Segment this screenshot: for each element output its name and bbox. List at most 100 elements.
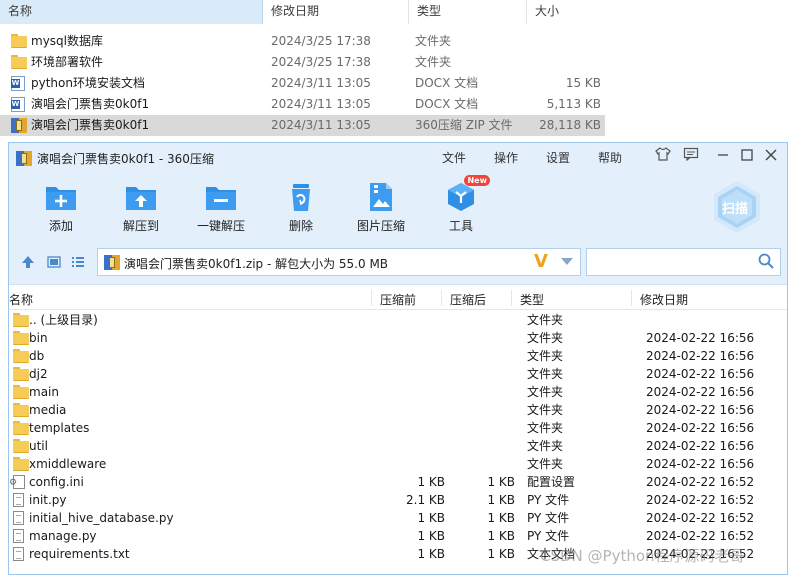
- window-title: 演唱会门票售卖0k0f1 - 360压缩: [37, 152, 214, 166]
- tools-button[interactable]: New 工具: [429, 175, 493, 239]
- file-row[interactable]: xmiddleware 文件夹 2024-02-22 16:56: [9, 455, 787, 473]
- file-name: main: [29, 385, 59, 399]
- file-date: 2024-02-22 16:52: [646, 493, 755, 507]
- skin-shirt-icon[interactable]: [653, 147, 673, 167]
- file-date: 2024-02-22 16:56: [646, 421, 755, 435]
- search-input[interactable]: [591, 253, 751, 271]
- file-type: 配置设置: [527, 475, 576, 489]
- scan-button[interactable]: 扫描: [709, 179, 765, 235]
- menu-operate[interactable]: 操作: [494, 149, 518, 166]
- one-click-extract-icon: [204, 181, 238, 213]
- file-date: 2024-02-22 16:52: [646, 475, 755, 489]
- column-before-header[interactable]: 压缩前: [380, 291, 416, 308]
- file-row[interactable]: dj2 文件夹 2024-02-22 16:56: [9, 365, 787, 383]
- one-click-extract-button[interactable]: 一键解压: [189, 181, 253, 239]
- file-row[interactable]: templates 文件夹 2024-02-22 16:56: [9, 419, 787, 437]
- search-icon[interactable]: [758, 253, 774, 272]
- file-size: 15 KB: [565, 76, 601, 90]
- file-name: python环境安装文档: [31, 76, 145, 90]
- column-name-header[interactable]: 名称: [9, 291, 33, 308]
- menu-settings[interactable]: 设置: [546, 149, 570, 166]
- file-explorer-window: 名称 修改日期 类型 大小 mysql数据库 2024/3/25 17:38 文…: [0, 0, 803, 142]
- folder-icon: [13, 349, 29, 363]
- file-name: dj2: [29, 367, 48, 381]
- file-row[interactable]: util 文件夹 2024-02-22 16:56: [9, 437, 787, 455]
- file-icon: [13, 493, 24, 507]
- file-type: 文件夹: [527, 385, 564, 399]
- file-row[interactable]: manage.py 1 KB 1 KB PY 文件 2024-02-22 16:52: [9, 527, 787, 545]
- explorer-row[interactable]: mysql数据库 2024/3/25 17:38 文件夹: [0, 31, 605, 52]
- delete-button[interactable]: 删除: [269, 181, 333, 239]
- file-name: config.ini: [29, 475, 84, 489]
- up-arrow-icon[interactable]: [21, 255, 35, 273]
- file-name: manage.py: [29, 529, 97, 543]
- column-after-header[interactable]: 压缩后: [450, 291, 486, 308]
- extract-to-button[interactable]: 解压到: [109, 181, 173, 239]
- file-row[interactable]: initial_hive_database.py 1 KB 1 KB PY 文件 202…: [9, 509, 787, 527]
- file-name: bin: [29, 331, 48, 345]
- explorer-row-selected[interactable]: 演唱会门票售卖0k0f1 2024/3/11 13:05 360压缩 ZIP 文…: [0, 115, 605, 136]
- search-field[interactable]: [586, 248, 781, 276]
- column-name-header[interactable]: 名称: [0, 0, 263, 24]
- file-name: requirements.txt: [29, 547, 130, 561]
- file-name: templates: [29, 421, 90, 435]
- new-badge: New: [464, 175, 490, 186]
- file-row[interactable]: media 文件夹 2024-02-22 16:56: [9, 401, 787, 419]
- explorer-row[interactable]: 环境部署软件 2024/3/25 17:38 文件夹: [0, 52, 605, 73]
- column-size-header[interactable]: 大小: [527, 0, 609, 24]
- menu-file[interactable]: 文件: [442, 149, 466, 166]
- file-row[interactable]: main 文件夹 2024-02-22 16:56: [9, 383, 787, 401]
- size-after: 1 KB: [487, 529, 515, 543]
- tools-label: 工具: [448, 219, 473, 233]
- file-row[interactable]: db 文件夹 2024-02-22 16:56: [9, 347, 787, 365]
- column-date-header[interactable]: 修改日期: [263, 0, 409, 24]
- file-icon: [13, 529, 24, 543]
- thumbnail-view-icon[interactable]: [47, 255, 61, 273]
- archive-path-field[interactable]: 演唱会门票售卖0k0f1.zip - 解包大小为 55.0 MB V: [97, 248, 581, 276]
- address-bar: 演唱会门票售卖0k0f1.zip - 解包大小为 55.0 MB V: [9, 241, 787, 285]
- file-row[interactable]: .. (上级目录) 文件夹: [9, 311, 787, 329]
- column-type-header[interactable]: 类型: [520, 291, 544, 308]
- minimize-icon[interactable]: [713, 147, 733, 167]
- feedback-icon[interactable]: [681, 147, 701, 167]
- list-view-icon[interactable]: [71, 255, 85, 273]
- chevron-down-icon[interactable]: [561, 258, 573, 265]
- maximize-icon[interactable]: [737, 147, 757, 167]
- file-date: 2024/3/25 17:38: [271, 34, 371, 48]
- file-row[interactable]: init.py 2.1 KB 1 KB PY 文件 2024-02-22 16:52: [9, 491, 787, 509]
- image-compress-button[interactable]: 图片压缩: [349, 181, 413, 239]
- file-type: DOCX 文档: [415, 76, 479, 90]
- file-date: 2024-02-22 16:56: [646, 403, 755, 417]
- v-logo-icon[interactable]: V: [534, 251, 548, 272]
- menu-help[interactable]: 帮助: [598, 149, 622, 166]
- file-row[interactable]: config.ini 1 KB 1 KB 配置设置 2024-02-22 16:52: [9, 473, 787, 491]
- add-label: 添加: [48, 219, 73, 233]
- zip-archive-icon: [11, 118, 27, 133]
- column-type-header[interactable]: 类型: [409, 0, 527, 24]
- file-size: 5,113 KB: [546, 97, 601, 111]
- file-type: 文件夹: [527, 439, 564, 453]
- size-after: 1 KB: [487, 511, 515, 525]
- close-icon[interactable]: [761, 147, 781, 167]
- archive-path-text: 演唱会门票售卖0k0f1.zip - 解包大小为 55.0 MB: [124, 257, 389, 271]
- folder-icon: [11, 55, 27, 70]
- extract-to-label: 解压到: [122, 219, 159, 233]
- file-name: xmiddleware: [29, 457, 107, 471]
- folder-icon: [11, 34, 27, 49]
- file-row[interactable]: bin 文件夹 2024-02-22 16:56: [9, 329, 787, 347]
- file-name: media: [29, 403, 67, 417]
- explorer-row[interactable]: W 演唱会门票售卖0k0f1 2024/3/11 13:05 DOCX 文档 5…: [0, 94, 605, 115]
- column-date-header[interactable]: 修改日期: [640, 291, 688, 308]
- file-type: 文件夹: [527, 313, 564, 327]
- add-button[interactable]: 添加: [29, 181, 93, 239]
- file-icon: [13, 511, 24, 525]
- size-before: 1 KB: [417, 475, 445, 489]
- file-type: PY 文件: [527, 493, 570, 507]
- size-before: 2.1 KB: [406, 493, 445, 507]
- file-date: 2024/3/11 13:05: [271, 97, 371, 111]
- file-name: db: [29, 349, 45, 363]
- title-bar[interactable]: 演唱会门票售卖0k0f1 - 360压缩 文件 操作 设置 帮助: [9, 143, 787, 173]
- explorer-row[interactable]: W python环境安装文档 2024/3/11 13:05 DOCX 文档 1…: [0, 73, 605, 94]
- folder-icon: [13, 403, 29, 417]
- trash-icon: [284, 181, 318, 213]
